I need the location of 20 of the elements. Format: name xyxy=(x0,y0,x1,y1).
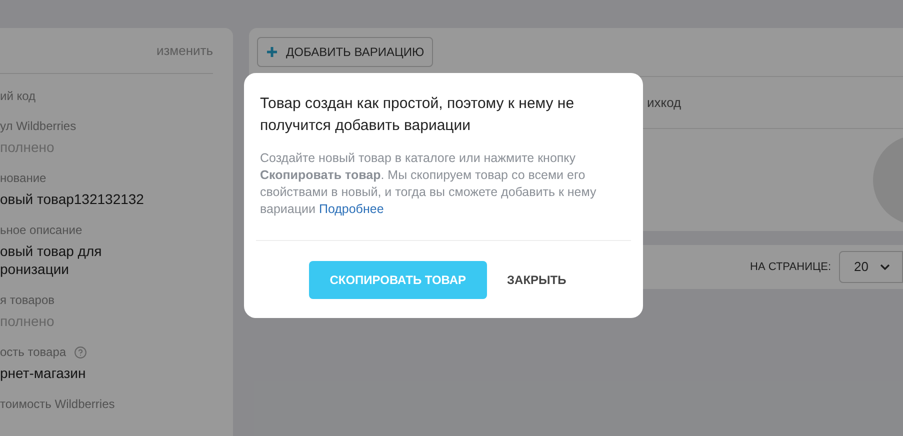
field-label: ость товара xyxy=(0,344,66,360)
add-variation-button[interactable]: ДОБАВИТЬ ВАРИАЦИЮ xyxy=(257,37,434,67)
field-label: ьное описание xyxy=(0,222,82,238)
per-page-select[interactable]: 20 xyxy=(839,251,903,283)
dialog-message: Создайте новый товар в каталоге или нажмите кнопку Скопировать товар. Мы скопируем товар со всеми его свойствами в новый, и тогда вы сможете добавить к нему вариации Подробнее xyxy=(260,150,598,218)
column-header: ихкод xyxy=(647,94,682,112)
dialog-title: Товар создан как простой, поэтому к нему не получится добавить вариации xyxy=(260,94,576,136)
close-button[interactable]: ЗАКРЫТЬ xyxy=(495,261,578,299)
field-value: овый товар132132132 xyxy=(0,190,145,208)
field-label: нование xyxy=(0,170,46,186)
plus-icon xyxy=(266,46,278,58)
field-label: ул Wildberries xyxy=(0,118,76,134)
field-value: рнет-магазин xyxy=(0,364,87,382)
chevron-down-icon xyxy=(880,264,890,270)
field-label: тоимость Wildberries xyxy=(0,396,115,412)
per-page-label: НА СТРАНИЦЕ: xyxy=(750,260,831,275)
field-label: я товаров xyxy=(0,292,55,308)
more-link[interactable]: Подробнее xyxy=(318,202,384,216)
field-value: овый товар для ронизации xyxy=(0,242,103,278)
field-label: ий код xyxy=(0,88,36,104)
